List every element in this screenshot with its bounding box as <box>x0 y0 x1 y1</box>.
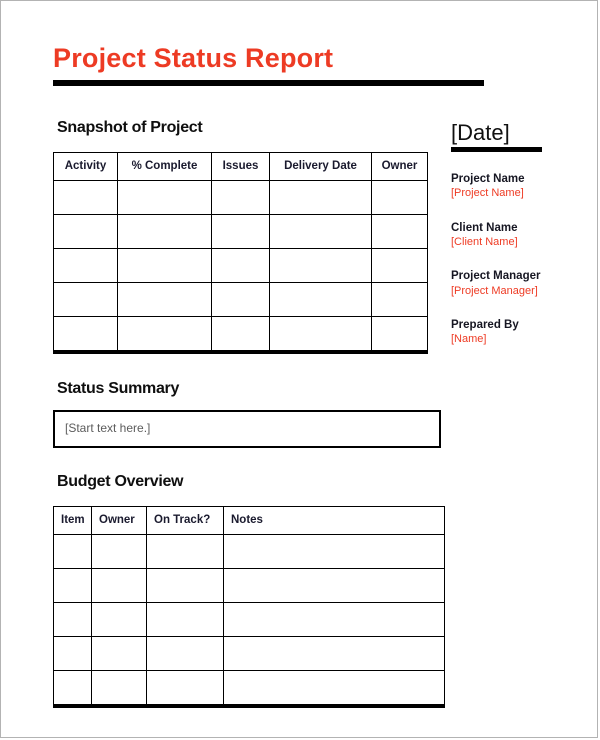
table-cell[interactable] <box>146 568 224 603</box>
meta-label: Client Name <box>451 221 518 234</box>
table-header-row: Activity % Complete Issues Delivery Date… <box>53 152 428 181</box>
section-heading-budget-overview: Budget Overview <box>57 473 184 490</box>
meta-field-project-manager: Project Manager [Project Manager] <box>451 269 586 298</box>
table-header-row: Item Owner On Track? Notes <box>53 506 445 535</box>
table-cell[interactable] <box>91 670 147 708</box>
table-cell[interactable] <box>211 248 270 283</box>
table-cell[interactable] <box>53 534 92 569</box>
table-cell[interactable] <box>53 282 118 317</box>
column-header-owner: Owner <box>371 152 428 181</box>
table-cell[interactable] <box>211 316 270 354</box>
column-header-percent-complete: % Complete <box>117 152 212 181</box>
page-title: Project Status Report <box>53 43 334 73</box>
table-cell[interactable] <box>91 568 147 603</box>
table-cell[interactable] <box>117 214 212 249</box>
meta-label: Project Name <box>451 173 525 186</box>
column-header-issues: Issues <box>211 152 270 181</box>
table-cell[interactable] <box>269 214 372 249</box>
table-row <box>53 602 445 637</box>
meta-label: Project Manager <box>451 270 541 283</box>
table-cell[interactable] <box>91 636 147 671</box>
table-cell[interactable] <box>223 534 445 569</box>
table-cell[interactable] <box>53 636 92 671</box>
table-cell[interactable] <box>211 180 270 215</box>
meta-value[interactable]: [Project Name] <box>451 186 586 200</box>
table-cell[interactable] <box>53 248 118 283</box>
table-row <box>53 248 428 283</box>
table-cell[interactable] <box>146 602 224 637</box>
table-cell[interactable] <box>371 316 428 354</box>
meta-label: Prepared By <box>451 319 519 332</box>
column-header-on-track: On Track? <box>146 506 224 535</box>
column-header-delivery-date: Delivery Date <box>269 152 372 181</box>
table-cell[interactable] <box>371 180 428 215</box>
table-cell[interactable] <box>117 248 212 283</box>
table-cell[interactable] <box>269 180 372 215</box>
table-row <box>53 214 428 249</box>
column-header-item: Item <box>53 506 92 535</box>
table-row <box>53 636 445 671</box>
table-cell[interactable] <box>223 670 445 708</box>
status-summary-textbox[interactable]: [Start text here.] <box>53 410 441 448</box>
table-cell[interactable] <box>269 248 372 283</box>
table-row <box>53 534 445 569</box>
table-cell[interactable] <box>269 316 372 354</box>
meta-value[interactable]: [Name] <box>451 332 586 346</box>
table-cell[interactable] <box>223 636 445 671</box>
section-heading-snapshot: Snapshot of Project <box>57 119 203 136</box>
table-row <box>53 670 445 708</box>
meta-value[interactable]: [Project Manager] <box>451 284 586 298</box>
column-header-activity: Activity <box>53 152 118 181</box>
table-cell[interactable] <box>53 568 92 603</box>
section-heading-status-summary: Status Summary <box>57 380 180 397</box>
table-cell[interactable] <box>211 282 270 317</box>
table-row <box>53 316 428 354</box>
column-header-notes: Notes <box>223 506 445 535</box>
snapshot-of-project-table: Activity % Complete Issues Delivery Date… <box>53 152 428 354</box>
table-cell[interactable] <box>53 670 92 708</box>
report-meta-sidebar: [Date] Project Name [Project Name] Clien… <box>451 121 586 347</box>
table-cell[interactable] <box>371 248 428 283</box>
table-cell[interactable] <box>117 316 212 354</box>
table-row <box>53 180 428 215</box>
meta-field-client-name: Client Name [Client Name] <box>451 221 586 250</box>
table-row <box>53 568 445 603</box>
document-page: Project Status Report Snapshot of Projec… <box>0 0 598 738</box>
title-divider <box>53 80 484 86</box>
table-cell[interactable] <box>53 316 118 354</box>
table-cell[interactable] <box>269 282 372 317</box>
table-cell[interactable] <box>91 534 147 569</box>
table-cell[interactable] <box>146 636 224 671</box>
column-header-owner: Owner <box>91 506 147 535</box>
table-cell[interactable] <box>223 568 445 603</box>
status-summary-placeholder: [Start text here.] <box>65 421 151 435</box>
table-cell[interactable] <box>91 602 147 637</box>
table-cell[interactable] <box>53 180 118 215</box>
budget-overview-table: Item Owner On Track? Notes <box>53 506 445 708</box>
table-row <box>53 282 428 317</box>
table-cell[interactable] <box>211 214 270 249</box>
table-cell[interactable] <box>117 180 212 215</box>
meta-field-project-name: Project Name [Project Name] <box>451 172 586 201</box>
meta-value[interactable]: [Client Name] <box>451 235 586 249</box>
table-cell[interactable] <box>371 214 428 249</box>
table-cell[interactable] <box>53 214 118 249</box>
table-cell[interactable] <box>146 670 224 708</box>
table-cell[interactable] <box>371 282 428 317</box>
table-cell[interactable] <box>146 534 224 569</box>
table-cell[interactable] <box>223 602 445 637</box>
date-divider <box>451 147 542 153</box>
table-cell[interactable] <box>117 282 212 317</box>
meta-field-prepared-by: Prepared By [Name] <box>451 318 586 347</box>
date-placeholder[interactable]: [Date] <box>451 121 586 144</box>
table-cell[interactable] <box>53 602 92 637</box>
